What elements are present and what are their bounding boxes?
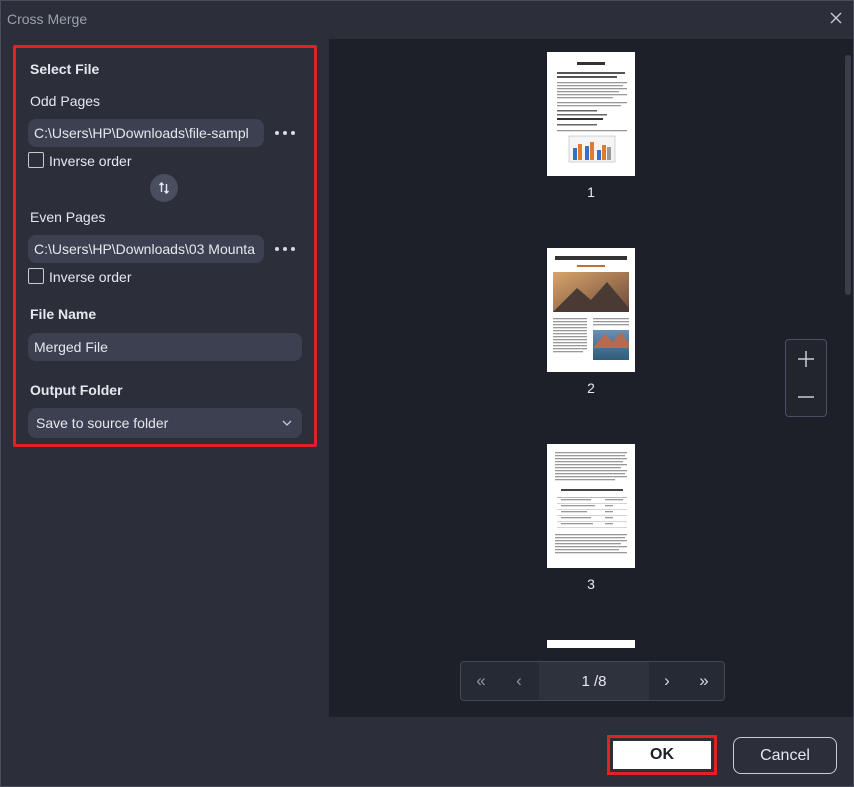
even-pages-label: Even Pages xyxy=(30,209,106,225)
swap-icon xyxy=(159,182,169,194)
select-file-heading: Select File xyxy=(30,61,100,77)
odd-pages-path-field[interactable]: C:\Users\HP\Downloads\file-sampl xyxy=(28,119,264,147)
minus-icon xyxy=(798,396,814,398)
page-thumbnail[interactable] xyxy=(547,640,635,648)
output-folder-heading: Output Folder xyxy=(30,382,123,398)
output-folder-dropdown[interactable]: Save to source folder xyxy=(28,408,302,438)
plus-icon xyxy=(798,351,814,367)
page-number-3: 3 xyxy=(587,576,595,592)
page-thumbnail[interactable] xyxy=(547,52,635,176)
even-pages-path-field[interactable]: C:\Users\HP\Downloads\03 Mounta xyxy=(28,235,264,263)
page-thumbnail[interactable] xyxy=(547,444,635,568)
even-inverse-order-label: Inverse order xyxy=(49,269,132,285)
page-indicator[interactable]: 1 /8 xyxy=(539,662,649,700)
zoom-controls xyxy=(785,339,827,417)
even-pages-browse-button[interactable] xyxy=(274,242,298,256)
page-navigation: « ‹ 1 /8 › » xyxy=(460,661,725,701)
page-thumbnail[interactable] xyxy=(547,248,635,372)
previous-page-button[interactable]: ‹ xyxy=(501,662,537,700)
page-number-1: 1 xyxy=(587,184,595,200)
window-title: Cross Merge xyxy=(7,11,88,27)
odd-pages-browse-button[interactable] xyxy=(274,126,298,140)
close-icon[interactable] xyxy=(827,9,845,27)
ok-button-highlight: OK xyxy=(607,735,717,775)
next-page-button[interactable]: › xyxy=(649,662,685,700)
cancel-button[interactable]: Cancel xyxy=(733,737,837,774)
ok-button[interactable]: OK xyxy=(613,741,711,769)
zoom-out-button[interactable] xyxy=(786,378,826,416)
odd-inverse-order-label: Inverse order xyxy=(49,153,132,169)
swap-files-button[interactable] xyxy=(150,174,178,202)
output-folder-selected: Save to source folder xyxy=(36,415,169,431)
chevron-down-icon xyxy=(282,420,292,426)
preview-area: 1 2 3 « ‹ 1 /8 › » xyxy=(329,39,853,717)
page-number-2: 2 xyxy=(587,380,595,396)
odd-inverse-order-checkbox[interactable] xyxy=(28,152,44,168)
merge-settings-panel: Select File Odd Pages C:\Users\HP\Downlo… xyxy=(13,45,317,447)
even-inverse-order-checkbox[interactable] xyxy=(28,268,44,284)
preview-scrollbar[interactable] xyxy=(845,55,851,295)
file-name-input[interactable]: Merged File xyxy=(28,333,302,361)
zoom-in-button[interactable] xyxy=(786,340,826,378)
file-name-heading: File Name xyxy=(30,306,97,322)
title-bar: Cross Merge xyxy=(1,1,853,37)
last-page-button[interactable]: » xyxy=(686,662,722,700)
first-page-button[interactable]: « xyxy=(463,662,499,700)
cross-merge-dialog: Cross Merge Select File Odd Pages C:\Use… xyxy=(0,0,854,787)
odd-pages-label: Odd Pages xyxy=(30,93,101,109)
